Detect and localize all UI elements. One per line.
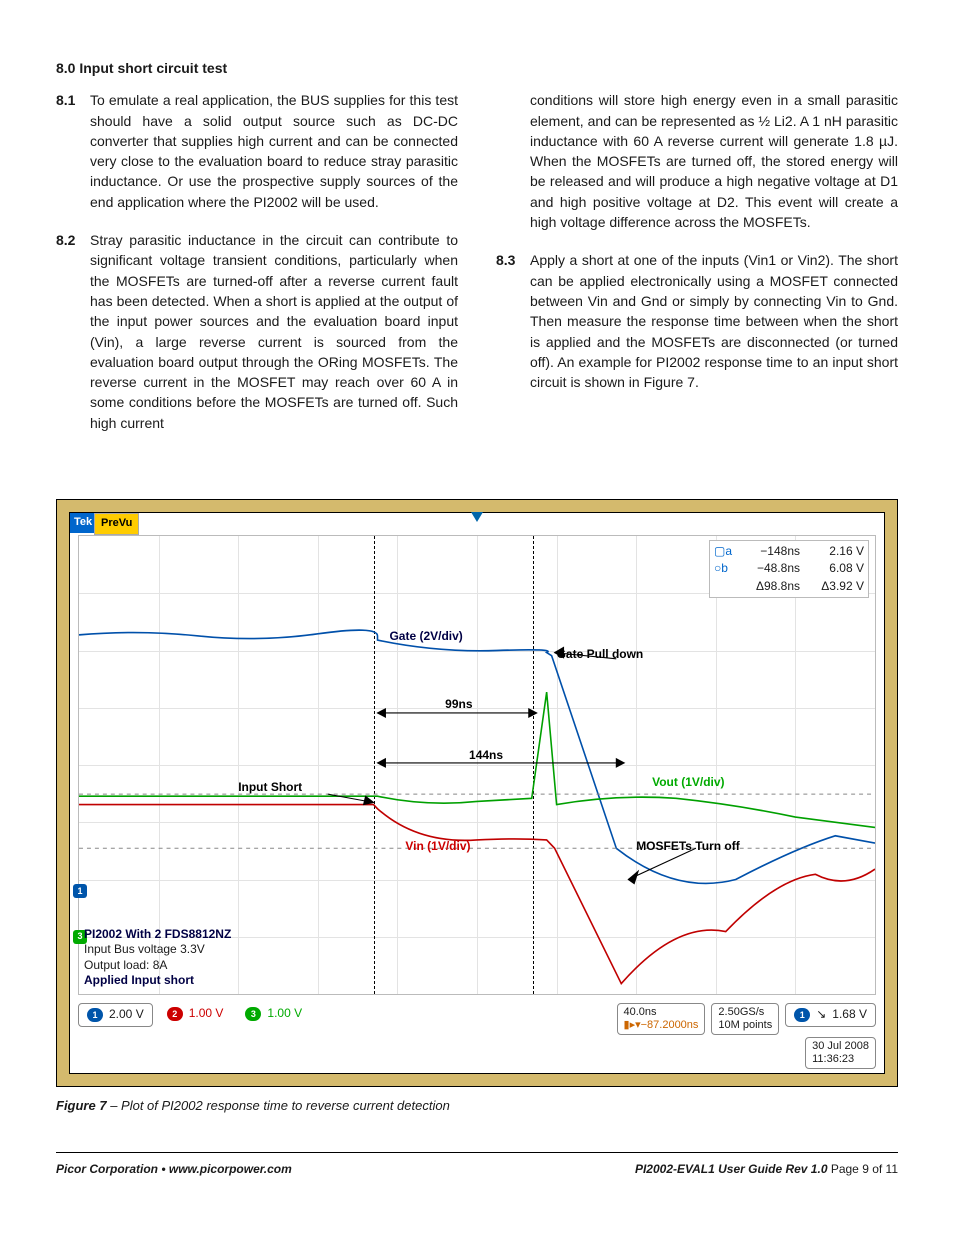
cursor-readout: ▢a−148ns2.16 V ○b−48.8ns6.08 V Δ98.8nsΔ3… <box>709 540 869 598</box>
ch1-marker-icon: 1 <box>73 884 87 898</box>
label-99ns: 99ns <box>445 696 472 713</box>
footer-left: Picor Corporation • www.picorpower.com <box>56 1161 292 1178</box>
item-text: conditions will store high energy even i… <box>530 90 898 232</box>
list-item: 8.2Stray parasitic inductance in the cir… <box>56 230 458 433</box>
ch1-scale: 12.00 V <box>78 1003 153 1027</box>
figure-caption: Figure 7 – Plot of PI2002 response time … <box>56 1097 898 1116</box>
label-mosfet-off: MOSFETs Turn off <box>636 838 740 855</box>
timebase-readout: 40.0ns ▮▸▾−87.2000ns <box>617 1003 706 1035</box>
trigger-edge-icon: ↘ <box>816 1006 826 1023</box>
timestamp-readout: 30 Jul 2008 11:36:23 <box>805 1037 876 1069</box>
cursor-mark-icon: ▢a <box>714 543 728 560</box>
label-input-short: Input Short <box>238 779 302 796</box>
item-number: 8.3 <box>496 250 530 392</box>
label-gate-pull: Gate Pull down <box>557 646 644 663</box>
scope-traces <box>79 536 875 994</box>
scope-notes: PI2002 With 2 FDS8812NZ Input Bus voltag… <box>84 927 231 989</box>
cursor-mark-icon: ○b <box>714 560 728 577</box>
item-text: Stray parasitic inductance in the circui… <box>90 230 458 433</box>
figure-7-container: Tek PreVu <box>56 499 898 1087</box>
list-item: conditions will store high energy even i… <box>496 90 898 232</box>
ch3-scale: 31.00 V <box>237 1003 310 1025</box>
label-gate: Gate (2V/div) <box>389 628 462 645</box>
item-text: Apply a short at one of the inputs (Vin1… <box>530 250 898 392</box>
footer-right: PI2002-EVAL1 User Guide Rev 1.0 Page 9 o… <box>635 1161 898 1178</box>
trigger-marker-icon <box>471 512 483 524</box>
scope-brand: Tek <box>70 513 96 533</box>
label-vin: Vin (1V/div) <box>405 838 470 855</box>
scope-footer: 12.00 V 21.00 V 31.00 V 40.0ns ▮▸▾−87.20… <box>78 1003 876 1037</box>
item-text: To emulate a real application, the BUS s… <box>90 90 458 212</box>
trigger-readout: 1↘1.68 V <box>785 1003 876 1027</box>
label-vout: Vout (1V/div) <box>652 774 724 791</box>
footer-rule <box>56 1152 898 1153</box>
list-item: 8.3Apply a short at one of the inputs (V… <box>496 250 898 392</box>
acquisition-readout: 2.50GS/s 10M points <box>711 1003 779 1035</box>
page-footer: Picor Corporation • www.picorpower.com P… <box>56 1161 898 1178</box>
scope-mode-badge: PreVu <box>94 513 139 535</box>
label-144ns: 144ns <box>469 747 503 764</box>
oscilloscope-plot: Tek PreVu <box>69 512 885 1074</box>
item-number: 8.1 <box>56 90 90 212</box>
ch2-scale: 21.00 V <box>159 1003 232 1025</box>
item-number: 8.2 <box>56 230 90 433</box>
section-heading: 8.0 Input short circuit test <box>56 58 898 78</box>
two-column-body: 8.1To emulate a real application, the BU… <box>56 90 898 451</box>
list-item: 8.1To emulate a real application, the BU… <box>56 90 458 212</box>
